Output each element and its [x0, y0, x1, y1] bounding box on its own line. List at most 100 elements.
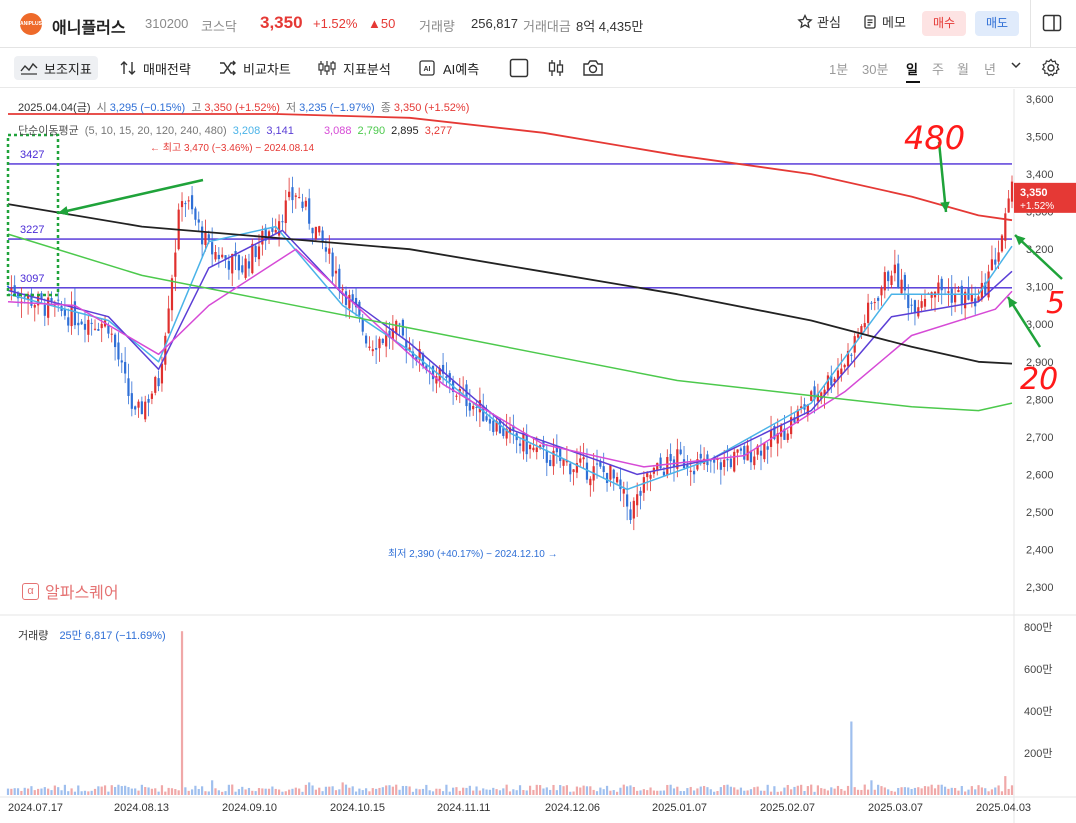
volume-bar: [257, 788, 261, 795]
volume-bar: [592, 789, 595, 795]
volume-bar: [773, 786, 776, 795]
candle-body: [288, 191, 291, 198]
volume-bar: [348, 787, 351, 795]
volume-bar: [739, 787, 743, 795]
candle-body: [485, 416, 488, 421]
candle-body: [615, 476, 619, 483]
volume-bar: [6, 788, 10, 795]
volume-bar: [197, 789, 200, 795]
volume-bar: [110, 785, 113, 795]
ai-prediction-button[interactable]: AI AI예측: [417, 56, 479, 80]
sell-button[interactable]: 매도: [975, 11, 1019, 36]
candle-body: [639, 490, 642, 496]
candle-body: [468, 402, 471, 411]
volume-bar: [853, 787, 856, 795]
candlestick-icon: [548, 60, 564, 76]
volume-bar: [539, 785, 542, 795]
candle-body: [144, 401, 147, 420]
timeframe-dropdown[interactable]: [1010, 59, 1022, 74]
candle-body: [887, 271, 890, 282]
volume-bar: [552, 784, 555, 795]
candle-body: [723, 459, 726, 468]
candle-body: [763, 442, 766, 460]
volume-bar: [562, 786, 565, 795]
candle-body: [913, 300, 917, 314]
volume-bar: [659, 790, 662, 795]
volume-bar: [472, 790, 475, 795]
volume-bar: [1004, 776, 1007, 795]
volume-legend: 거래량 25만 6,817 (−11.69%): [18, 627, 166, 643]
candle-body: [739, 448, 743, 451]
volume-bar: [87, 791, 90, 795]
timeframe-year[interactable]: 년: [984, 59, 996, 78]
candle-body: [50, 298, 53, 302]
volume-bar: [970, 786, 973, 795]
volume-bar: [689, 786, 692, 795]
volume-bar: [649, 787, 652, 795]
volume-bar: [405, 785, 408, 795]
volume-bar: [271, 786, 274, 795]
candle-body: [244, 258, 247, 278]
volume-bar: [579, 787, 582, 795]
candle-body: [595, 463, 599, 465]
stock-name: 애니플러스: [52, 20, 126, 37]
candle-body: [190, 195, 194, 210]
candle-body: [167, 308, 170, 334]
volume-bar: [190, 789, 194, 795]
volume-bar: [455, 787, 458, 795]
volume-label: 거래량: [419, 19, 455, 34]
candle-body: [207, 234, 210, 241]
chart-canvas[interactable]: 342732273097 3,6003,5003,4003,3003,2003,…: [0, 89, 1076, 823]
volume-bar: [174, 789, 177, 795]
ma-label: 단순이동평균: [18, 125, 79, 137]
timeframe-1min[interactable]: 1분: [829, 59, 848, 78]
watchlist-button[interactable]: 관심: [797, 12, 841, 31]
indicator-analysis-button[interactable]: 지표분석: [317, 56, 391, 80]
memo-button[interactable]: 메모: [862, 12, 906, 31]
side-panel-button[interactable]: [1041, 12, 1063, 34]
volume-bar: [954, 787, 957, 795]
candle-body: [124, 361, 127, 374]
candle-body: [843, 364, 846, 368]
price-chart[interactable]: 342732273097 3,6003,5003,4003,3003,2003,…: [0, 89, 1076, 823]
volume-value: 256,817: [471, 16, 518, 31]
chart-settings-button[interactable]: [1041, 56, 1061, 80]
indicator-chart-icon: [20, 62, 38, 75]
volume-bar: [803, 791, 806, 795]
timeframe-month[interactable]: 월: [957, 59, 969, 78]
drawing-box-button[interactable]: [508, 56, 530, 80]
volume-bar: [492, 787, 495, 795]
volume-bar: [589, 786, 592, 795]
volume-bar: [736, 789, 739, 795]
screenshot-button[interactable]: [582, 56, 604, 80]
volume-bar: [823, 788, 826, 795]
volume-bar: [83, 790, 87, 795]
candle-body: [180, 201, 184, 208]
volume-bar: [726, 784, 729, 795]
candle-body: [338, 268, 341, 287]
volume-bar: [749, 789, 753, 795]
candle-body: [318, 226, 321, 233]
volume-bar: [977, 785, 980, 795]
strategy-button[interactable]: 매매전략: [119, 56, 191, 80]
volume-bar: [100, 786, 103, 795]
candle-body: [445, 376, 448, 378]
candle-body: [679, 449, 682, 455]
volume-bar: [180, 631, 184, 795]
candle-style-button[interactable]: [546, 56, 566, 80]
compare-chart-button[interactable]: 비교차트: [219, 56, 291, 80]
candle-body: [201, 226, 204, 245]
indicators-button[interactable]: 보조지표: [14, 56, 98, 80]
volume-bar: [10, 788, 13, 795]
timeframe-week[interactable]: 주: [932, 59, 944, 78]
timeframe-30min[interactable]: 30분: [862, 59, 888, 78]
volume-bar: [897, 787, 900, 795]
volume-bar: [987, 791, 990, 795]
buy-button[interactable]: 매수: [922, 11, 966, 36]
candle-body: [492, 420, 495, 433]
date-tick-label: 2024.07.17: [8, 802, 63, 814]
timeframe-day[interactable]: 일: [906, 59, 918, 78]
candle-body: [522, 433, 525, 452]
volume-bar: [157, 791, 160, 795]
volume-bar: [940, 784, 943, 795]
